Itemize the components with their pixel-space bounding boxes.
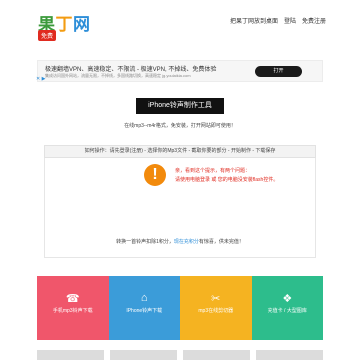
warning-line-1: 亲，看到这个提示，有两个问题： (175, 168, 251, 174)
feature-tiles: ☎ 手机mp3铃声下载 ⌂ IPhone铃声下载 ✂ mp3在线剪切器 ❖ 充值… (37, 276, 323, 340)
tile-label: 手机mp3铃声下载 (52, 308, 93, 314)
tile-recharge-gallery[interactable]: ❖ 充值卡 / 大型图库 (251, 276, 323, 340)
thumbnail[interactable] (110, 350, 177, 360)
steps-bar: 如何操作：请先登录(注册) - 选择你的Mp3文件 - 截取你要的部分 - 开始… (44, 145, 316, 158)
nav-login[interactable]: 登陆 (284, 16, 296, 25)
top-nav: 把果丁网放到桌面 登陆 免费注册 (230, 16, 326, 25)
ad-open-button[interactable]: 打开 (255, 66, 302, 77)
thumbnail[interactable] (256, 350, 323, 360)
warning-line-2: 请使用电脑登录 或 您的电脑没安装flash控件。 (175, 177, 279, 183)
nav-register[interactable]: 免费注册 (302, 16, 326, 25)
thumbnail-row (37, 350, 323, 360)
tile-label: IPhone铃声下载 (126, 308, 163, 314)
phone-icon: ☎ (65, 293, 80, 305)
home-icon: ⌂ (140, 292, 148, 304)
credit-note: 转换一首铃声扣除1积分，现在充积分有惊喜，供未完值！ (45, 238, 315, 245)
tile-mobile-ringtones[interactable]: ☎ 手机mp3铃声下载 (37, 276, 109, 340)
logo-char-3: 网 (73, 15, 91, 34)
ad-subtitle: 集成访问国外网站，流量无限，不掉线，多国线路切换，高速稳定 jg.youlaik… (45, 73, 191, 78)
thumbnail[interactable] (183, 350, 250, 360)
tile-label: 充值卡 / 大型图库 (267, 308, 307, 314)
tool-title: iPhone铃声制作工具 (136, 98, 224, 114)
credit-note-after: 有惊喜，供未完值！ (198, 239, 244, 245)
free-badge: 免费 (38, 30, 57, 41)
scissors-icon: ✂ (211, 293, 221, 305)
tile-iphone-ringtones[interactable]: ⌂ IPhone铃声下载 (108, 276, 180, 340)
ad-title: 极速翻墙VPN、高速稳定、不限流 - 极速VPN, 不掉线、免费体验 (45, 67, 217, 73)
tool-subtitle: 在线mp3--m4r格式，免安装，打开网站即可使用！ (124, 123, 236, 129)
thumbnail[interactable] (37, 350, 104, 360)
gallery-icon: ❖ (282, 293, 293, 305)
tile-label: mp3在线剪切器 (198, 308, 234, 314)
warning-icon: ! (144, 164, 166, 186)
logo-char-2: 丁 (55, 15, 73, 34)
ad-banner[interactable]: 极速翻墙VPN、高速稳定、不限流 - 极速VPN, 不掉线、免费体验 集成访问国… (37, 60, 323, 82)
ad-choices-icon[interactable]: ✕ ▶ (36, 76, 45, 82)
tile-mp3-cutter[interactable]: ✂ mp3在线剪切器 (180, 276, 252, 340)
nav-add-to-desktop[interactable]: 把果丁网放到桌面 (230, 16, 278, 25)
recharge-link[interactable]: 现在充积分 (174, 239, 199, 245)
converter-panel: ! 亲，看到这个提示，有两个问题： 请使用电脑登录 或 您的电脑没安装flash… (44, 158, 316, 258)
credit-note-before: 转换一首铃声扣除1积分， (116, 239, 174, 245)
